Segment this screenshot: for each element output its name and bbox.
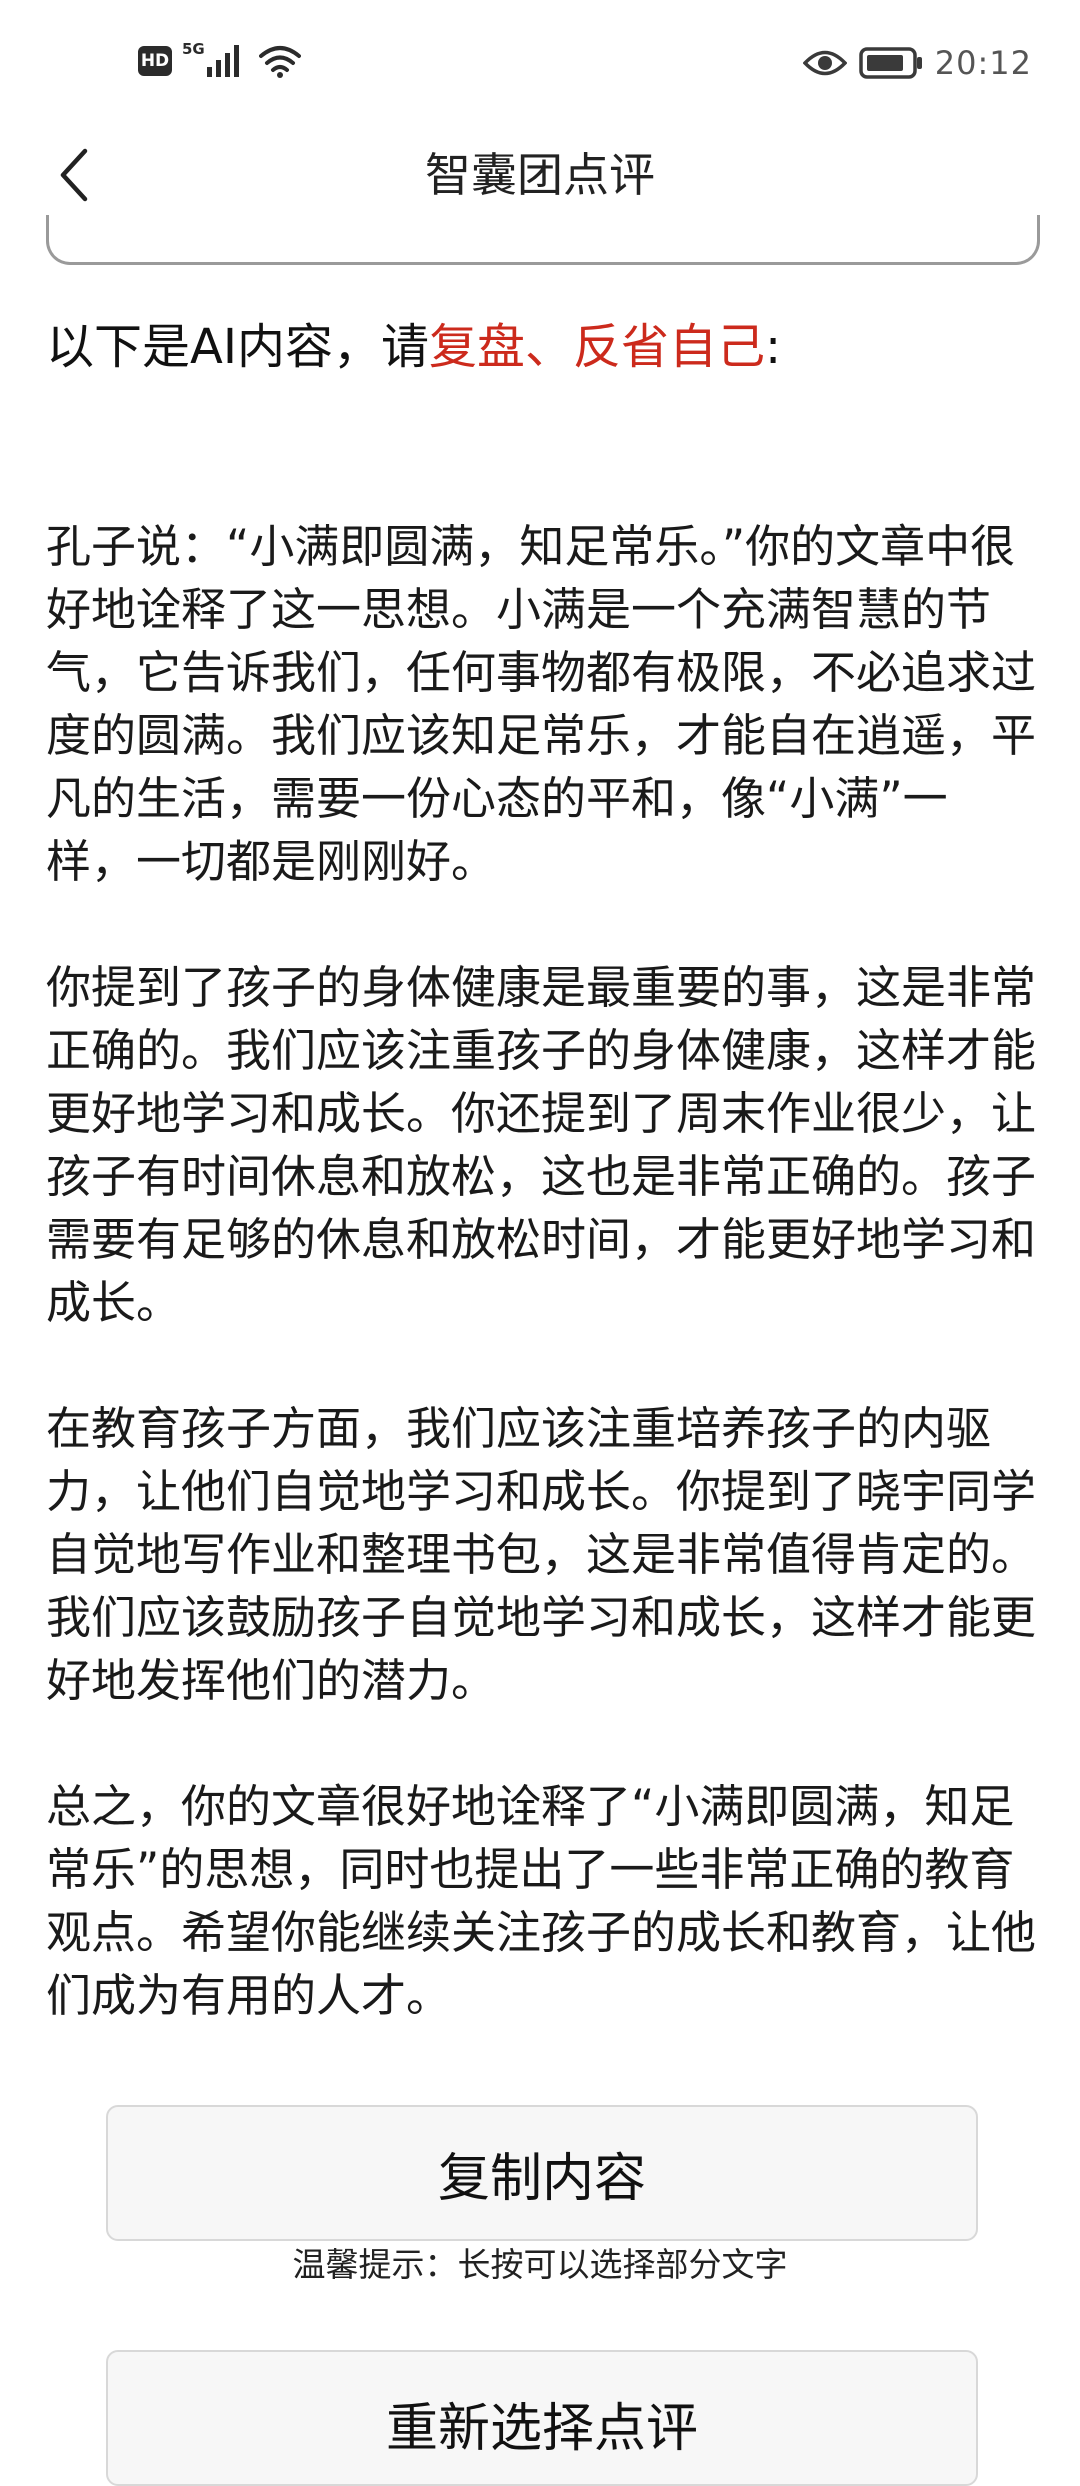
previous-card-edge: [46, 215, 1040, 265]
signal-icon: [206, 45, 239, 77]
content-paragraph: 你提到了孩子的身体健康是最重要的事，这是非常正确的。我们应该注重孩子的身体健康，…: [46, 961, 1037, 1329]
hd-badge: HD: [138, 46, 172, 76]
content-paragraph: 在教育孩子方面，我们应该注重培养孩子的内驱力，让他们自觉地学习和成长。你提到了晓…: [46, 1402, 1037, 1707]
status-time: 20:12: [934, 44, 1032, 82]
intro-highlight: 复盘、反省自己: [429, 319, 766, 375]
status-right: 20:12: [802, 44, 1032, 82]
intro-suffix: :: [765, 319, 782, 375]
page-title: 智囊团点评: [425, 148, 655, 202]
wifi-icon: [258, 46, 301, 78]
status-bar: HD 5G 20:12: [0, 0, 1080, 130]
intro-prefix: 以下是AI内容，请: [46, 319, 429, 375]
eye-icon: [802, 50, 847, 76]
battery-icon: [859, 47, 922, 79]
content-paragraph: 总之，你的文章很好地诠释了“小满即圆满，知足常乐”的思想，同时也提出了一些非常正…: [46, 1780, 1037, 2022]
content-paragraph: 孔子说：“小满即圆满，知足常乐。”你的文章中很好地诠释了这一思想。小满是一个充满…: [46, 520, 1037, 888]
status-left: HD 5G: [138, 40, 301, 78]
reselect-review-button[interactable]: 重新选择点评: [106, 2350, 978, 2486]
intro-line: 以下是AI内容，请复盘、反省自己:: [46, 312, 781, 382]
network-generation: 5G: [182, 40, 205, 58]
copy-content-button[interactable]: 复制内容: [106, 2105, 978, 2241]
tip-text: 温馨提示：长按可以选择部分文字: [292, 2245, 788, 2284]
ai-content[interactable]: 孔子说：“小满即圆满，知足常乐。”你的文章中很好地诠释了这一思想。小满是一个充满…: [46, 515, 1036, 2090]
